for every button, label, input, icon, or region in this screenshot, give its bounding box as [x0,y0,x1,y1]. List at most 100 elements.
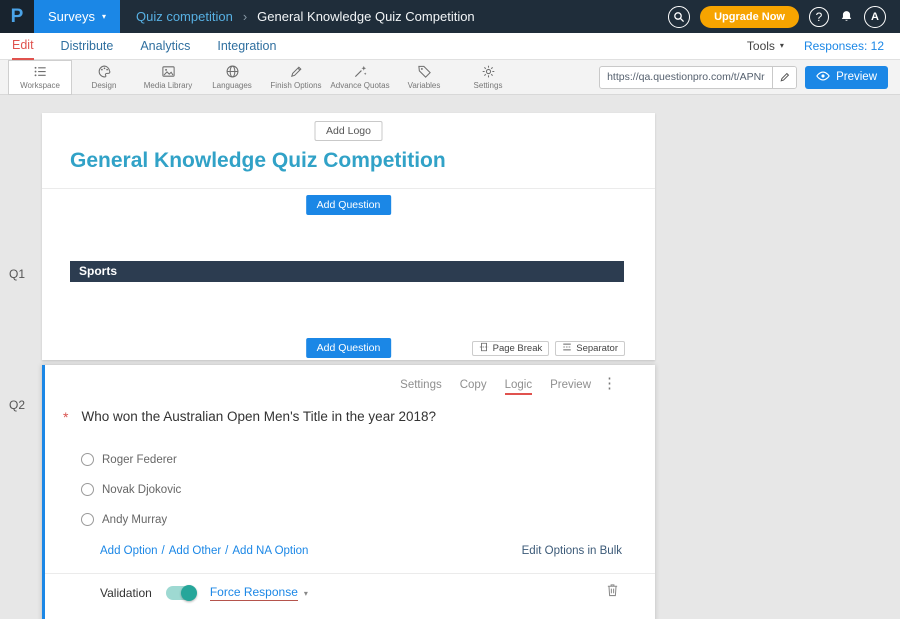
validation-toggle[interactable] [166,586,196,600]
tab-analytics[interactable]: Analytics [140,33,190,60]
chevron-down-icon: ▾ [780,42,784,50]
radio-button[interactable] [81,453,94,466]
toolbar-item-variables[interactable]: Variables [392,60,456,95]
palette-icon [97,64,112,79]
help-icon[interactable]: ? [809,7,829,27]
add-na-option-link[interactable]: Add NA Option [232,545,308,557]
survey-nav: Edit Distribute Analytics Integration To… [0,33,900,60]
globe-icon [225,64,240,79]
avatar[interactable]: A [864,6,886,28]
toolbar-item-languages[interactable]: Languages [200,60,264,95]
survey-panel: Add Logo General Knowledge Quiz Competit… [42,113,655,360]
answer-option: Novak Djokovic [81,483,181,496]
toolbar-item-design[interactable]: Design [72,60,136,95]
nav-right: Tools ▾ Responses: 12 [747,39,888,53]
tab-distribute[interactable]: Distribute [61,33,114,60]
search-icon[interactable] [668,6,690,28]
question-q2-card: Settings Copy Logic Preview ⋮ * Who won … [42,365,655,619]
responses-count[interactable]: Responses: 12 [804,39,884,53]
toolbar-item-label: Languages [212,81,252,90]
toolbar-item-advance-quotas[interactable]: Advance Quotas [328,60,392,95]
toolbar-item-finish-options[interactable]: Finish Options [264,60,328,95]
insert-controls: Page Break Separator [472,341,625,356]
force-response-dropdown[interactable]: Force Response ▾ [210,585,308,601]
tools-label: Tools [747,39,775,53]
delete-question-trash-icon[interactable] [606,583,619,600]
validation-row: Validation Force Response ▾ [100,584,308,602]
workspace-list-icon [33,64,48,79]
questionpro-app: P Surveys ▾ Quiz competition › General K… [0,0,900,619]
notifications-bell-icon[interactable] [839,9,854,24]
question-settings-action[interactable]: Settings [400,379,442,395]
answer-option-label[interactable]: Andy Murray [102,514,167,526]
add-other-link[interactable]: Add Other [169,545,221,557]
survey-editor-canvas: Q1 Q2 Add Logo General Knowledge Quiz Co… [0,95,900,619]
toolbar-item-workspace[interactable]: Workspace [8,60,72,95]
toolbar-item-media-library[interactable]: Media Library [136,60,200,95]
separator-label: Separator [576,343,618,354]
survey-url-input[interactable] [600,71,772,83]
topbar-actions: Upgrade Now ? A [668,6,900,28]
separator-button[interactable]: Separator [555,341,625,356]
radio-button[interactable] [81,483,94,496]
upgrade-now-button[interactable]: Upgrade Now [700,6,799,28]
question-logic-action[interactable]: Logic [505,379,533,395]
edit-url-pencil-icon[interactable] [772,67,796,88]
page-break-icon [479,342,489,355]
chevron-down-icon: ▾ [102,13,106,21]
breadcrumb-parent[interactable]: Quiz competition [136,9,233,24]
validation-label: Validation [100,586,152,600]
tools-menu[interactable]: Tools ▾ [747,39,784,53]
page-break-button[interactable]: Page Break [472,341,550,356]
answer-option-label[interactable]: Roger Federer [102,454,177,466]
link-separator: / [225,545,228,557]
question-actions: Settings Copy Logic Preview [400,379,591,395]
tab-integration[interactable]: Integration [217,33,276,60]
divider [42,188,655,189]
toolbar-item-label: Variables [408,81,441,90]
question-number-q1: Q1 [9,267,25,281]
toggle-knob [181,585,197,601]
separator-icon [562,342,572,355]
required-asterisk: * [63,409,68,425]
chevron-down-icon: ▾ [304,589,308,598]
tab-edit[interactable]: Edit [12,33,34,60]
tag-icon [417,64,432,79]
add-logo-button[interactable]: Add Logo [314,121,383,141]
add-option-link[interactable]: Add Option [100,545,158,557]
add-question-button-bottom[interactable]: Add Question [306,338,392,358]
surveys-menu[interactable]: Surveys ▾ [34,0,120,33]
toolbar-item-label: Settings [474,81,503,90]
toolbar-item-settings[interactable]: Settings [456,60,520,95]
chevron-right-icon: › [243,9,247,24]
survey-url-box [599,66,797,89]
pencil-icon [289,64,304,79]
preview-button[interactable]: Preview [805,66,888,89]
edit-options-in-bulk-link[interactable]: Edit Options in Bulk [522,545,622,557]
divider [45,573,655,574]
answer-option-label[interactable]: Novak Djokovic [102,484,181,496]
kebab-menu-icon[interactable]: ⋮ [602,376,617,391]
add-option-links: Add Option/Add Other/Add NA Option [100,545,308,557]
radio-button[interactable] [81,513,94,526]
toolbar-item-label: Finish Options [270,81,321,90]
preview-label: Preview [836,71,877,83]
question-text-row: * Who won the Australian Open Men's Titl… [63,409,436,425]
surveys-label: Surveys [48,9,95,24]
question-q1-section-header[interactable]: Sports [70,261,624,282]
toolbar-item-label: Workspace [20,81,60,90]
answer-option: Roger Federer [81,453,177,466]
force-response-label: Force Response [210,585,298,601]
survey-title[interactable]: General Knowledge Quiz Competition [70,149,446,173]
add-question-button-top[interactable]: Add Question [306,195,392,215]
question-text[interactable]: Who won the Australian Open Men's Title … [81,409,436,424]
toolbar-item-label: Media Library [144,81,192,90]
questionpro-logo[interactable]: P [0,0,34,33]
gear-icon [481,64,496,79]
magic-wand-icon [353,64,368,79]
question-copy-action[interactable]: Copy [460,379,487,395]
question-preview-action[interactable]: Preview [550,379,591,395]
breadcrumb: Quiz competition › General Knowledge Qui… [136,9,475,24]
breadcrumb-current: General Knowledge Quiz Competition [257,9,475,24]
eye-icon [816,71,830,84]
